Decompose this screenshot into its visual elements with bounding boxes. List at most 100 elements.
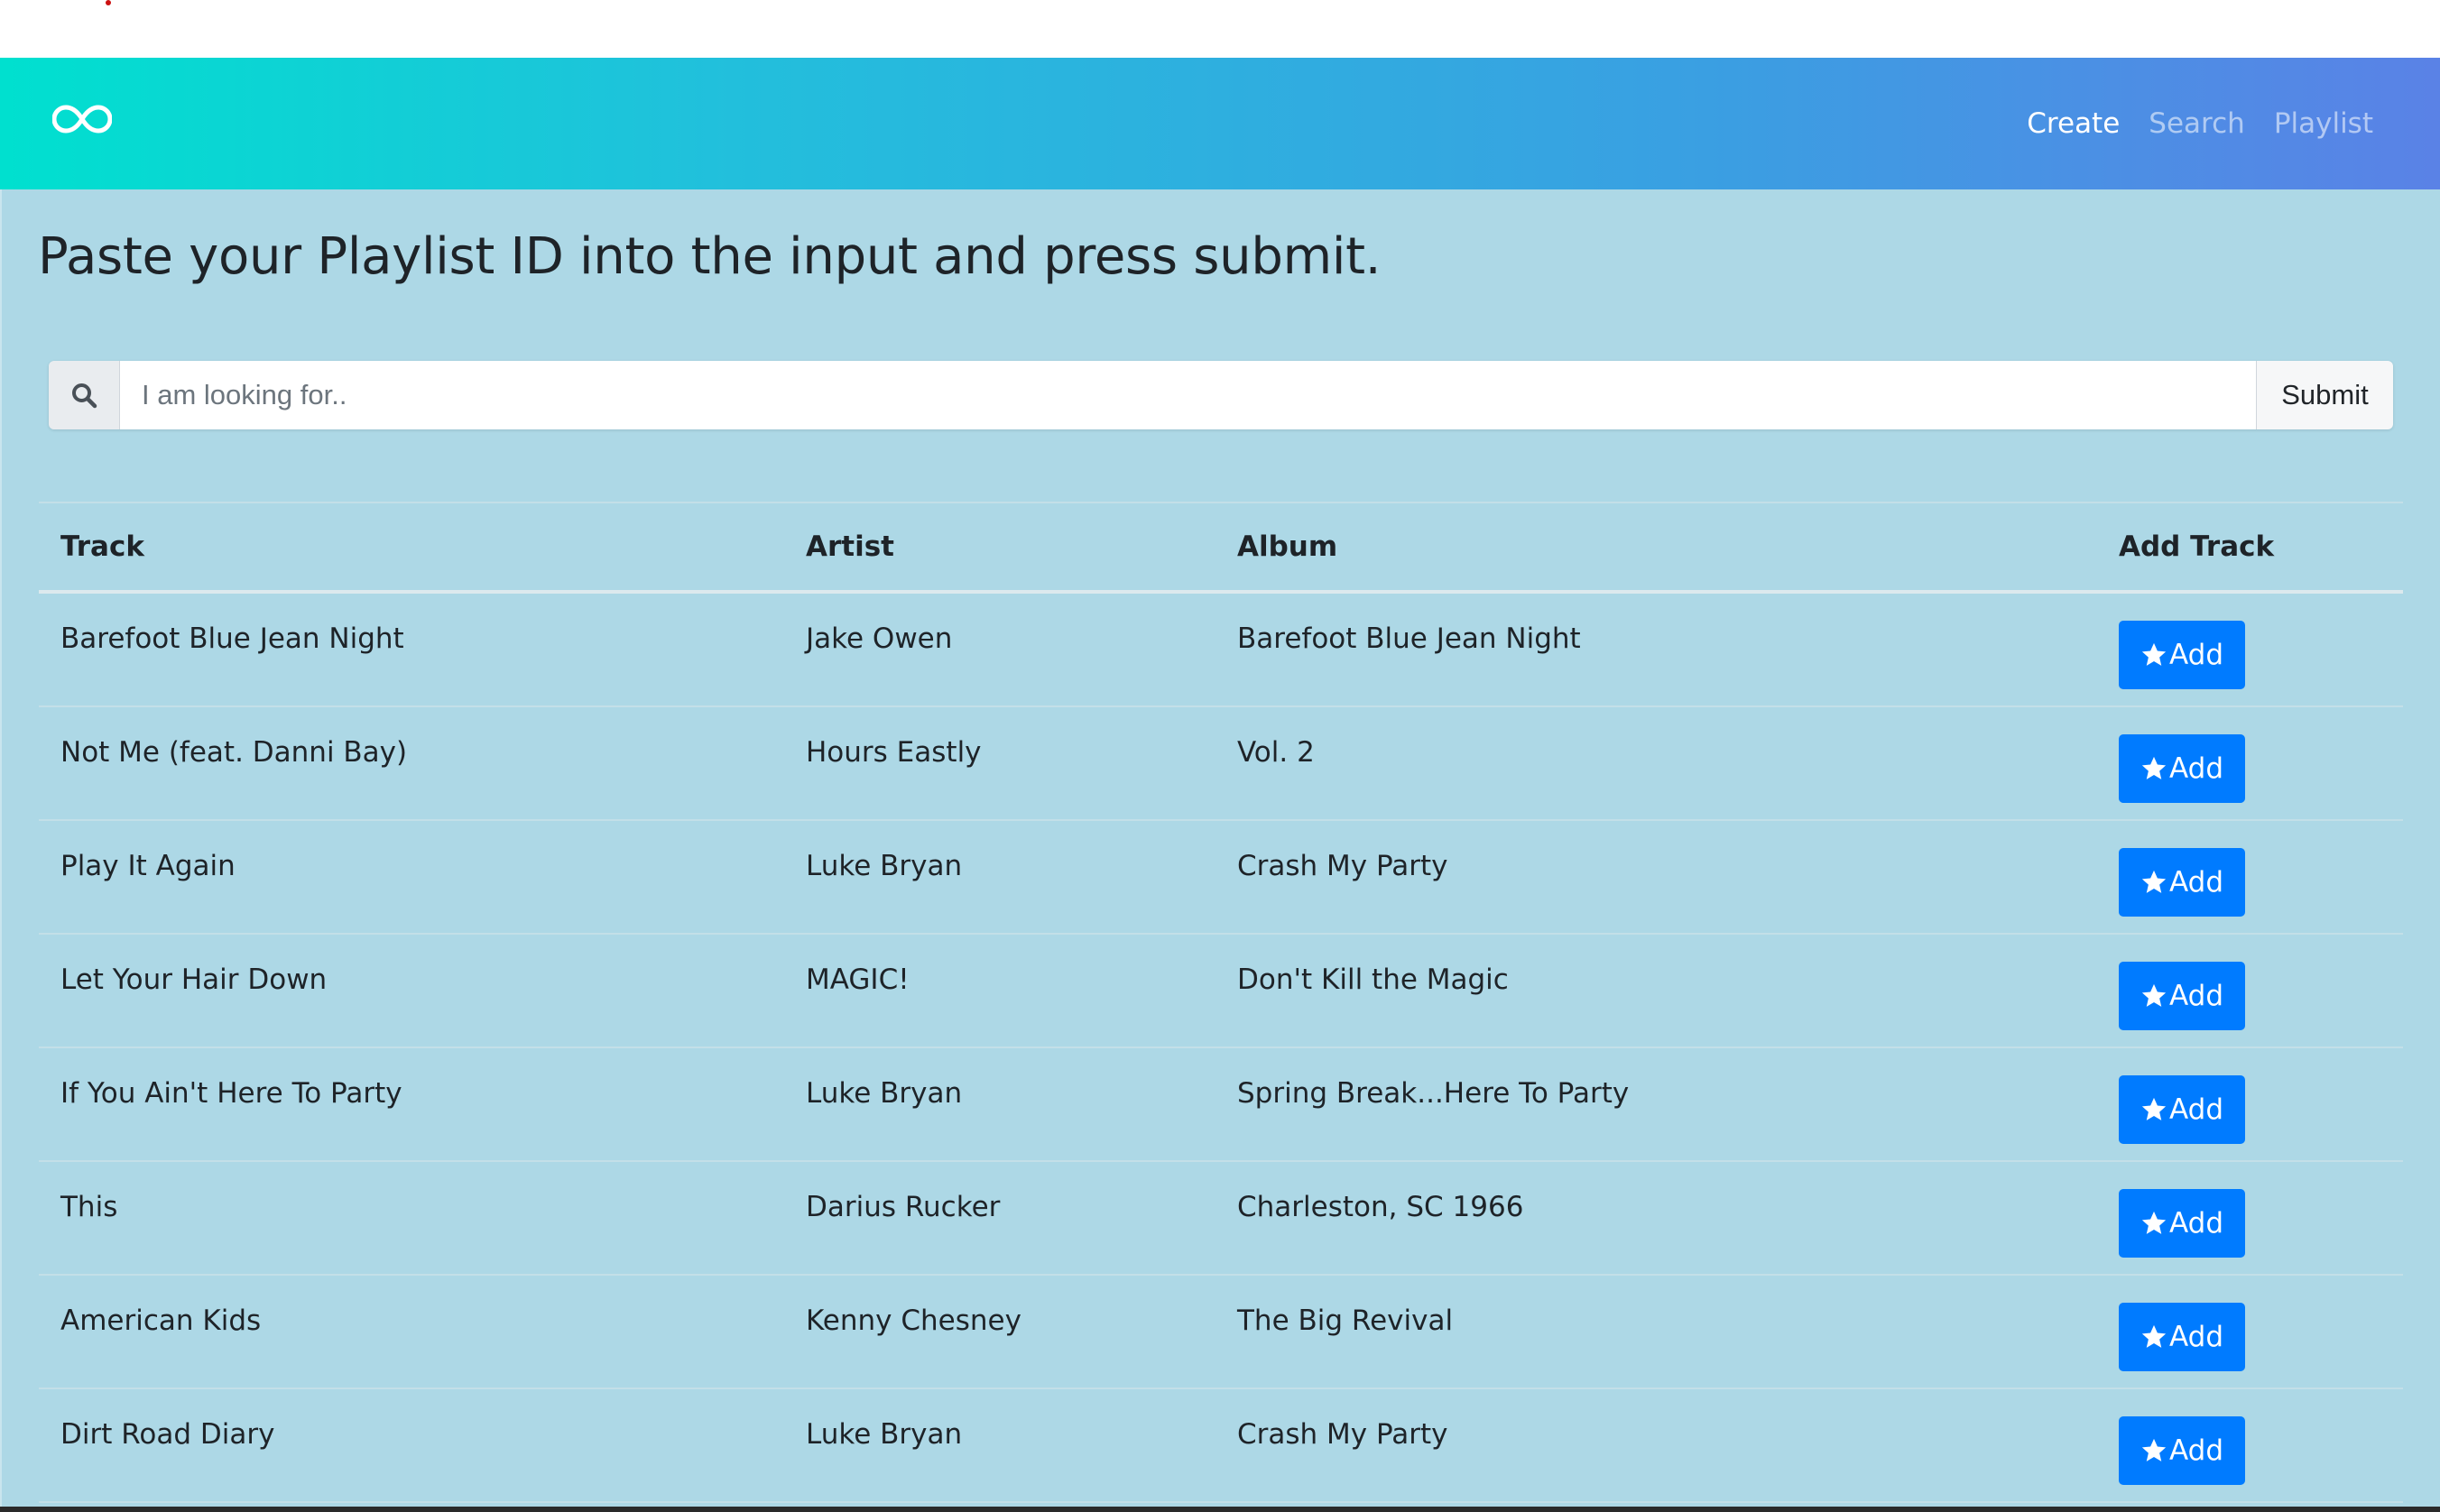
track-cell: Play It Again: [39, 820, 784, 935]
submit-button[interactable]: Submit: [2256, 361, 2393, 429]
track-cell: If You Ain't Here To Party: [39, 1047, 784, 1162]
add-cell: Add: [2097, 1161, 2403, 1276]
table-row: Not Me (feat. Danni Bay) Hours Eastly Vol.…: [39, 706, 2403, 821]
artist-cell: Kenny Chesney: [784, 1275, 1215, 1389]
star-icon: [2140, 1437, 2167, 1464]
add-button-label: Add: [2168, 1093, 2224, 1126]
add-button-label: Add: [2168, 1434, 2224, 1467]
album-cell: Spring Break...Here To Party: [1215, 1047, 2097, 1162]
artist-cell: Hours Eastly: [784, 706, 1215, 821]
album-name: Barefoot Blue Jean Night: [1237, 622, 1581, 655]
search-input[interactable]: [120, 361, 2256, 429]
search-bar: Submit: [49, 361, 2393, 429]
add-cell: Add: [2097, 706, 2403, 821]
nav-link-create[interactable]: Create: [2027, 107, 2120, 140]
table-row: If You Ain't Here To Party Luke Bryan Spri…: [39, 1047, 2403, 1162]
add-button-label: Add: [2168, 752, 2224, 785]
artist-cell: Luke Bryan: [784, 1047, 1215, 1162]
track-cell: Dirt Road Diary: [39, 1388, 784, 1503]
bottom-border: [0, 1507, 2440, 1512]
artist-name: Luke Bryan: [806, 1418, 963, 1451]
nav-link-search[interactable]: Search: [2149, 107, 2245, 140]
add-cell: Add: [2097, 592, 2403, 707]
album-cell: The Big Revival: [1215, 1275, 2097, 1389]
album-name: Don't Kill the Magic: [1237, 963, 1509, 996]
nav-links: Create Search Playlist: [2027, 58, 2373, 189]
track-name: Not Me (feat. Danni Bay): [60, 736, 408, 769]
add-track-button[interactable]: Add: [2119, 1189, 2245, 1258]
album-name: Spring Break...Here To Party: [1237, 1077, 1630, 1110]
add-track-button[interactable]: Add: [2119, 1075, 2245, 1144]
track-name: Barefoot Blue Jean Night: [60, 622, 404, 655]
add-track-button[interactable]: Add: [2119, 734, 2245, 803]
table-row: Let Your Hair Down MAGIC! Don't Kill the M…: [39, 934, 2403, 1048]
artist-name: Luke Bryan: [806, 850, 963, 882]
artist-name: Luke Bryan: [806, 1077, 963, 1110]
add-cell: Add: [2097, 820, 2403, 935]
add-cell: Add: [2097, 934, 2403, 1048]
artist-name: Darius Rucker: [806, 1191, 1001, 1223]
table-row: American Kids Kenny Chesney The Big Reviva…: [39, 1275, 2403, 1389]
tracks-table: Track Artist Album Add Track Barefoot Bl…: [39, 502, 2403, 1503]
add-track-button[interactable]: Add: [2119, 1416, 2245, 1485]
track-name: Play It Again: [60, 850, 236, 882]
add-track-button[interactable]: Add: [2119, 962, 2245, 1030]
star-icon: [2140, 641, 2167, 668]
table-row: Dirt Road Diary Luke Bryan Crash My Party A…: [39, 1388, 2403, 1503]
track-cell: Let Your Hair Down: [39, 934, 784, 1048]
page-title: Paste your Playlist ID into the input an…: [38, 227, 1382, 286]
album-name: Vol. 2: [1237, 736, 1315, 769]
track-name: American Kids: [60, 1305, 262, 1337]
star-icon: [2140, 1323, 2167, 1351]
navbar: Create Search Playlist: [0, 58, 2440, 189]
track-cell: American Kids: [39, 1275, 784, 1389]
table-header-row: Track Artist Album Add Track: [39, 502, 2403, 594]
add-cell: Add: [2097, 1275, 2403, 1389]
artist-cell: Luke Bryan: [784, 1388, 1215, 1503]
column-header-add-track: Add Track: [2097, 502, 2403, 594]
artist-name: Jake Owen: [806, 622, 953, 655]
table-row: Barefoot Blue Jean Night Jake Owen Barefoo…: [39, 592, 2403, 707]
track-cell: Not Me (feat. Danni Bay): [39, 706, 784, 821]
table-row: Play It Again Luke Bryan Crash My Party Add: [39, 820, 2403, 935]
page-dot: [106, 0, 111, 5]
artist-cell: MAGIC!: [784, 934, 1215, 1048]
album-cell: Barefoot Blue Jean Night: [1215, 592, 2097, 707]
star-icon: [2140, 982, 2167, 1010]
artist-name: MAGIC!: [806, 963, 910, 996]
album-name: The Big Revival: [1237, 1305, 1454, 1337]
track-cell: Barefoot Blue Jean Night: [39, 592, 784, 707]
add-button-label: Add: [2168, 980, 2224, 1012]
artist-name: Hours Eastly: [806, 736, 982, 769]
album-name: Charleston, SC 1966: [1237, 1191, 1524, 1223]
add-track-button[interactable]: Add: [2119, 848, 2245, 917]
artist-cell: Jake Owen: [784, 592, 1215, 707]
add-track-button[interactable]: Add: [2119, 1303, 2245, 1371]
main-content: Paste your Playlist ID into the input an…: [0, 189, 2440, 1507]
column-header-album: Album: [1215, 502, 2097, 594]
add-cell: Add: [2097, 1388, 2403, 1503]
album-cell: Vol. 2: [1215, 706, 2097, 821]
star-icon: [2140, 1210, 2167, 1237]
add-button-label: Add: [2168, 639, 2224, 671]
track-name: This: [60, 1191, 118, 1223]
add-track-button[interactable]: Add: [2119, 621, 2245, 689]
artist-cell: Darius Rucker: [784, 1161, 1215, 1276]
star-icon: [2140, 755, 2167, 782]
track-name: Dirt Road Diary: [60, 1418, 275, 1451]
add-button-label: Add: [2168, 866, 2224, 899]
nav-link-playlist[interactable]: Playlist: [2274, 107, 2373, 140]
album-cell: Crash My Party: [1215, 1388, 2097, 1503]
track-name: Let Your Hair Down: [60, 963, 328, 996]
album-cell: Don't Kill the Magic: [1215, 934, 2097, 1048]
search-icon: [49, 361, 120, 429]
column-header-track: Track: [39, 502, 784, 594]
star-icon: [2140, 869, 2167, 896]
album-name: Crash My Party: [1237, 850, 1448, 882]
infinity-icon[interactable]: [51, 103, 113, 135]
track-name: If You Ain't Here To Party: [60, 1077, 402, 1110]
add-button-label: Add: [2168, 1207, 2224, 1240]
star-icon: [2140, 1096, 2167, 1123]
album-cell: Charleston, SC 1966: [1215, 1161, 2097, 1276]
add-cell: Add: [2097, 1047, 2403, 1162]
